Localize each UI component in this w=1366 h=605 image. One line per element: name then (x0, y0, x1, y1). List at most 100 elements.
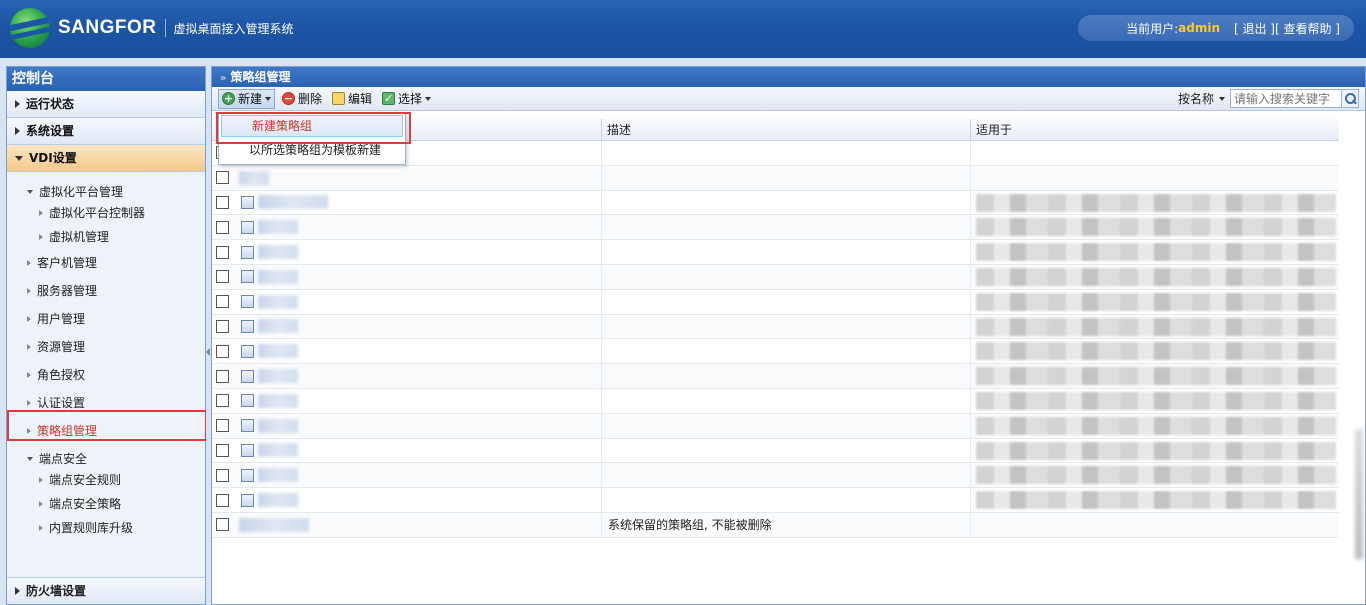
row-checkbox[interactable] (216, 443, 229, 457)
table-row[interactable] (212, 264, 1340, 290)
tree-item-endpoint-rules[interactable]: 端点安全规则 (39, 470, 121, 490)
policy-group-icon (241, 344, 254, 358)
column-divider (601, 364, 602, 388)
tree-item-virt-platform[interactable]: 虚拟化平台管理 (27, 182, 123, 202)
search-by-dropdown[interactable]: 按名称 (1178, 90, 1214, 107)
tree-item-client-manage[interactable]: 客户机管理 (27, 253, 97, 273)
table-row[interactable] (212, 413, 1340, 439)
scrollbar-thumb[interactable] (1355, 429, 1363, 559)
column-header-apply[interactable]: 适用于 (971, 119, 1340, 141)
toolbar: + 新建 − 删除 编辑 ✓ 选择 按名称 (212, 87, 1365, 111)
vertical-scrollbar[interactable] (1339, 119, 1365, 589)
check-icon: ✓ (382, 92, 396, 105)
row-checkbox[interactable] (216, 171, 229, 185)
table-row[interactable] (212, 190, 1340, 216)
new-button[interactable]: + 新建 (218, 88, 276, 109)
search-icon[interactable] (1342, 89, 1359, 108)
column-header-desc[interactable]: 描述 (602, 119, 971, 141)
tree-item-user-manage[interactable]: 用户管理 (27, 309, 85, 329)
row-checkbox[interactable] (216, 394, 229, 408)
table-row[interactable] (212, 364, 1340, 389)
tree-item-label: 资源管理 (37, 340, 86, 354)
chevron-down-icon[interactable] (1219, 96, 1225, 101)
search-input[interactable] (1230, 89, 1342, 108)
policy-group-icon (241, 493, 254, 507)
tree-item-label: 用户管理 (37, 312, 86, 326)
sidebar-section-system[interactable]: 系统设置 (7, 118, 205, 145)
delete-button[interactable]: − 删除 (279, 89, 325, 109)
help-link[interactable]: [ 查看帮助 ] (1275, 20, 1340, 37)
row-checkbox[interactable] (216, 369, 229, 383)
column-divider (601, 463, 602, 488)
column-divider (970, 165, 971, 190)
blurred-apply (976, 292, 1336, 311)
column-divider (601, 488, 602, 512)
column-divider (970, 314, 971, 339)
column-divider (970, 215, 971, 240)
row-checkbox[interactable] (216, 319, 229, 333)
sidebar-section-vdi[interactable]: VDI设置 (7, 145, 205, 172)
column-divider (970, 512, 971, 537)
new-button-label: 新建 (238, 92, 263, 106)
tree-item-virt-controller[interactable]: 虚拟化平台控制器 (39, 203, 145, 223)
row-checkbox[interactable] (216, 295, 229, 309)
row-checkbox[interactable] (216, 493, 229, 507)
delete-icon: − (282, 92, 296, 105)
row-checkbox[interactable] (216, 344, 229, 358)
table-row[interactable] (212, 289, 1340, 315)
row-checkbox[interactable] (216, 468, 229, 482)
tree-item-resource-manage[interactable]: 资源管理 (27, 337, 85, 357)
tree-item-server-manage[interactable]: 服务器管理 (27, 281, 97, 301)
row-checkbox[interactable] (216, 245, 229, 259)
tree-item-label: 虚拟机管理 (49, 230, 110, 244)
sidebar-section-label: 防火墙设置 (26, 583, 87, 598)
row-checkbox[interactable] (216, 419, 229, 433)
tree-item-label: 虚拟化平台管理 (39, 185, 124, 199)
policy-group-icon (241, 443, 254, 457)
column-divider (601, 264, 602, 289)
row-checkbox[interactable] (216, 220, 229, 234)
select-button[interactable]: ✓ 选择 (379, 89, 434, 109)
table-row[interactable] (212, 488, 1340, 513)
table-row[interactable] (212, 339, 1340, 365)
selection-highlight-box (7, 410, 207, 441)
sidebar-section-running[interactable]: 运行状态 (7, 91, 205, 118)
row-checkbox[interactable] (216, 270, 229, 284)
table-row[interactable] (212, 314, 1340, 340)
table-row[interactable] (212, 463, 1340, 489)
column-divider (970, 240, 971, 264)
tree-item-endpoint-security[interactable]: 端点安全 (27, 449, 87, 469)
tree-item-vm-manage[interactable]: 虚拟机管理 (39, 227, 109, 247)
tree-item-role-auth[interactable]: 角色授权 (27, 365, 85, 385)
blurred-apply (976, 391, 1336, 410)
top-header: SANGFOR 虚拟桌面接入管理系统 当前用户: admin [ 退出 ] [ … (0, 0, 1366, 58)
column-divider (970, 413, 971, 438)
column-divider (970, 264, 971, 289)
table-row[interactable] (212, 438, 1340, 464)
blurred-name (258, 418, 298, 433)
chevron-right-icon (39, 525, 43, 531)
table-row[interactable] (212, 388, 1340, 414)
chevron-right-icon (27, 316, 31, 322)
table-row[interactable] (212, 165, 1340, 191)
collapse-arrow-icon[interactable] (206, 348, 210, 356)
tree-item-label: 客户机管理 (37, 256, 98, 270)
row-checkbox[interactable] (216, 518, 229, 532)
table-row[interactable]: 系统保留的策略组, 不能被删除 (212, 512, 1340, 538)
tree-item-endpoint-policy[interactable]: 端点安全策略 (39, 494, 121, 514)
table-row[interactable] (212, 215, 1340, 241)
tree-item-label: 端点安全策略 (49, 497, 122, 511)
logout-link[interactable]: [ 退出 ] (1234, 20, 1275, 37)
edit-button[interactable]: 编辑 (329, 89, 375, 109)
blurred-name (258, 393, 298, 408)
table-row[interactable] (212, 240, 1340, 265)
sidebar-section-firewall[interactable]: 防火墙设置 (7, 577, 205, 604)
row-checkbox[interactable] (216, 195, 229, 209)
column-divider (601, 215, 602, 240)
blurred-apply (976, 243, 1336, 262)
column-divider (970, 364, 971, 388)
sidebar-section-label: 运行状态 (26, 96, 75, 111)
tree-item-builtin-rule-upgrade[interactable]: 内置规则库升级 (39, 518, 133, 538)
sidebar-title: 控制台 (7, 67, 205, 91)
blurred-name (258, 195, 328, 210)
